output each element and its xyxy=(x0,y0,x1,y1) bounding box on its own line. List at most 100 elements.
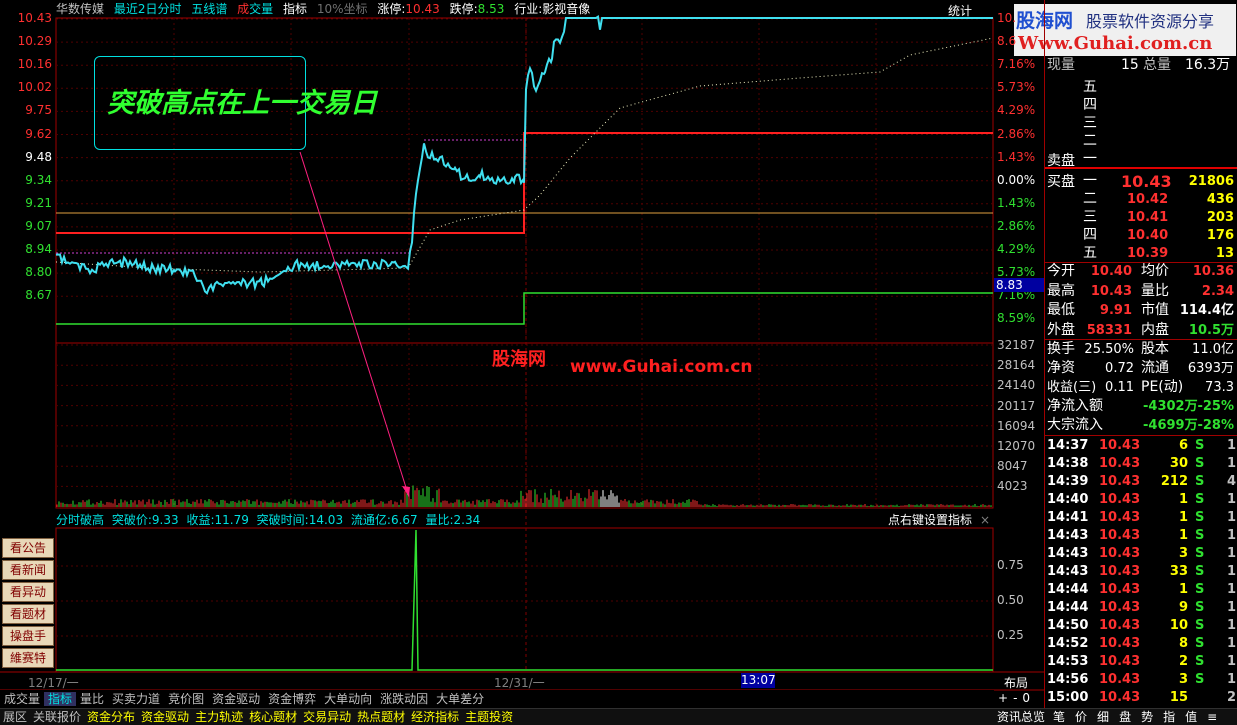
tick-row[interactable]: 14:43 10.43 1 S 1 xyxy=(1045,527,1237,545)
indicator-settings-hint[interactable]: 点右键设置指标 xyxy=(888,512,972,528)
tick-row[interactable]: 14:40 10.43 1 S 1 xyxy=(1045,491,1237,509)
volume-tick: 32187 xyxy=(997,338,1036,352)
function-tab-1[interactable]: 关联报价 xyxy=(30,710,84,724)
down-limit: 跌停:8.53 xyxy=(449,2,505,16)
percent-tick: 5.73% xyxy=(997,265,1036,280)
quote-row: 最高 10.43 量比 2.34 xyxy=(1047,282,1234,299)
quote-tab-6[interactable]: 指 xyxy=(1163,710,1175,724)
function-tab-bar: 展区 关联报价 资金分布 资金驱动 主力轨迹 核心题材 交易异动 热点题材 经济指标 主题投资 xyxy=(0,708,994,725)
indicator-tab-4[interactable]: 竞价图 xyxy=(164,692,208,706)
price-tick: 8.80 xyxy=(25,265,52,280)
side-button-5[interactable]: 維赛特 xyxy=(2,648,54,668)
annotation-callout: 突破高点在上一交易日 xyxy=(94,56,377,150)
percent-tick: 7.16% xyxy=(997,57,1036,72)
coord-label[interactable]: 10%坐标 xyxy=(317,2,368,16)
function-tab-6[interactable]: 交易异动 xyxy=(300,710,354,724)
price-tick: 9.07 xyxy=(25,218,52,233)
indicator-tab-6[interactable]: 资金博弈 xyxy=(264,692,320,706)
percent-tick: 8.6 xyxy=(997,34,1017,49)
indicator-name[interactable]: 分时破高 xyxy=(56,513,104,527)
volume-tick: 24140 xyxy=(997,378,1036,393)
zoom-controls: + -0 xyxy=(998,691,1044,705)
quote-panel: 现量 15 总量 16.3万 五四三二一 卖盘 买盘 一 10.43 21806 二 1… xyxy=(1044,0,1237,725)
side-button-0[interactable]: 看公告 xyxy=(2,538,54,558)
industry-label: 行业:影视音像 xyxy=(514,2,591,16)
function-tab-9[interactable]: 主题投资 xyxy=(462,710,516,724)
function-tab-2[interactable]: 资金分布 xyxy=(84,710,138,724)
tick-row[interactable]: 14:43 10.43 33 S 1 xyxy=(1045,563,1237,581)
buy-level-row: 一 10.43 21806 xyxy=(1083,172,1234,191)
tick-row[interactable]: 14:44 10.43 9 S 1 xyxy=(1045,599,1237,617)
function-tab-0[interactable]: 展区 xyxy=(0,710,30,724)
wulian-label[interactable]: 五线谱 xyxy=(191,2,227,16)
function-tab-8[interactable]: 经济指标 xyxy=(408,710,462,724)
tick-row[interactable]: 14:50 10.43 10 S 1 xyxy=(1045,617,1237,635)
cursor-price: 8.83 xyxy=(994,278,1044,292)
indicator-tab-9[interactable]: 大单差分 xyxy=(432,692,488,706)
indicator-tab-2[interactable]: 量比 xyxy=(76,692,108,706)
function-tab-5[interactable]: 核心题材 xyxy=(246,710,300,724)
indicator-tick: 0.75 xyxy=(997,558,1024,572)
side-button-3[interactable]: 看题材 xyxy=(2,604,54,624)
tick-row[interactable]: 14:41 10.43 1 S 1 xyxy=(1045,509,1237,527)
side-button-4[interactable]: 操盘手 xyxy=(2,626,54,646)
zoom-out-button[interactable]: - xyxy=(1013,691,1017,705)
tick-row[interactable]: 14:56 10.43 3 S 1 xyxy=(1045,671,1237,689)
chart-header: 华数传媒 最近2日分时 五线谱 成交量 指标 10%坐标 涨停:10.43 跌停… xyxy=(56,0,996,18)
sell-level-3: 二 xyxy=(1083,133,1097,149)
sell-level-0: 五 xyxy=(1083,79,1097,95)
side-button-1[interactable]: 看新闻 xyxy=(2,560,54,580)
stock-name[interactable]: 华数传媒 xyxy=(56,2,104,16)
quote-tab-3[interactable]: 细 xyxy=(1097,710,1109,724)
function-tab-7[interactable]: 热点题材 xyxy=(354,710,408,724)
tick-row[interactable]: 14:43 10.43 3 S 1 xyxy=(1045,545,1237,563)
indicator-label[interactable]: 指标 xyxy=(283,2,307,16)
quote-tab-4[interactable]: 盘 xyxy=(1119,710,1131,724)
price-tick: 10.02 xyxy=(17,80,52,95)
quote-tab-5[interactable]: 势 xyxy=(1141,710,1153,724)
side-button-2[interactable]: 看异动 xyxy=(2,582,54,602)
sell-level-2: 三 xyxy=(1083,115,1097,131)
close-icon[interactable]: × xyxy=(980,512,990,528)
percent-tick: 5.73% xyxy=(997,80,1036,95)
tick-row[interactable]: 14:53 10.43 2 S 1 xyxy=(1045,653,1237,671)
price-tick: 8.67 xyxy=(25,288,52,303)
tick-row[interactable]: 14:44 10.43 1 S 1 xyxy=(1045,581,1237,599)
indicator-tab-0[interactable]: 成交量 xyxy=(0,692,44,706)
indicator-tab-7[interactable]: 大单动向 xyxy=(320,692,376,706)
volume-summary: 现量 15 总量 16.3万 xyxy=(1047,57,1231,73)
volume-tick: 16094 xyxy=(997,418,1036,433)
volume-tick: 20117 xyxy=(997,398,1036,413)
price-tick: 9.62 xyxy=(25,126,52,141)
volume-toggle[interactable]: 成交量 xyxy=(237,2,273,16)
price-tick: 9.34 xyxy=(25,172,52,187)
tick-row[interactable]: 14:37 10.43 6 S 1 xyxy=(1045,437,1237,455)
indicator-tab-3[interactable]: 买卖力道 xyxy=(108,692,164,706)
zoom-in-button[interactable]: + xyxy=(998,691,1008,705)
buy-level-row: 三 10.41 203 xyxy=(1083,209,1234,225)
function-tab-4[interactable]: 主力轨迹 xyxy=(192,710,246,724)
up-limit: 涨停:10.43 xyxy=(377,2,440,16)
period-label[interactable]: 最近2日分时 xyxy=(114,2,182,16)
indicator-tab-5[interactable]: 资金驱动 xyxy=(208,692,264,706)
tick-row[interactable]: 14:52 10.43 8 S 1 xyxy=(1045,635,1237,653)
layout-button[interactable]: 布局 xyxy=(1004,674,1028,691)
zoom-reset-button[interactable]: 0 xyxy=(1022,691,1030,705)
sell-level-4: 一 xyxy=(1083,151,1097,167)
quote-tab-8[interactable]: ≡ xyxy=(1207,710,1217,724)
quote-tab-2[interactable]: 价 xyxy=(1075,710,1087,724)
indicator-tab-8[interactable]: 涨跌动因 xyxy=(376,692,432,706)
stats-button[interactable]: 统计 xyxy=(948,2,972,19)
tick-row[interactable]: 15:00 10.43 15 2 xyxy=(1045,689,1237,707)
quote-tab-1[interactable]: 笔 xyxy=(1053,710,1065,724)
function-tab-3[interactable]: 资金驱动 xyxy=(138,710,192,724)
volume-tick: 8047 xyxy=(997,459,1028,474)
percent-tick: 8.59% xyxy=(997,311,1036,326)
indicator-tick: 0.50 xyxy=(997,593,1024,607)
quote-tab-7[interactable]: 值 xyxy=(1185,710,1197,724)
tick-row[interactable]: 14:39 10.43 212 S 4 xyxy=(1045,473,1237,491)
indicator-tab-1[interactable]: 指标 xyxy=(44,692,77,706)
tick-row[interactable]: 14:38 10.43 30 S 1 xyxy=(1045,455,1237,473)
percent-tick: 4.29% xyxy=(997,242,1036,256)
quote-tab-0[interactable]: 资讯总览 xyxy=(997,710,1045,724)
